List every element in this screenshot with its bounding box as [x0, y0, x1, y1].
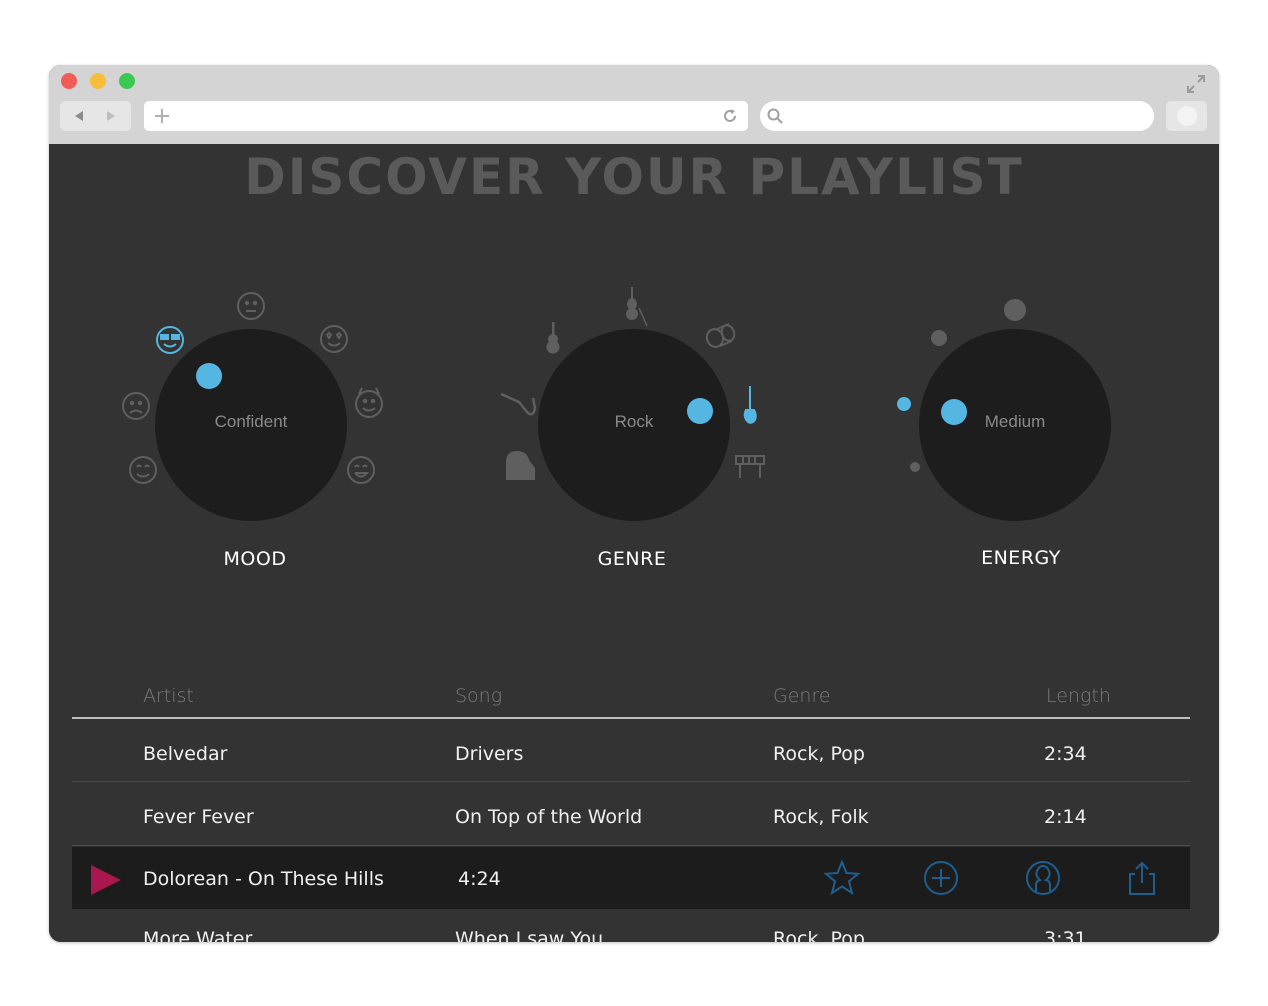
- extension-button[interactable]: [1166, 101, 1207, 131]
- column-header-song[interactable]: Song: [455, 685, 502, 707]
- close-window-button[interactable]: [61, 73, 77, 89]
- column-header-artist[interactable]: Artist: [143, 685, 194, 707]
- column-header-genre[interactable]: Genre: [773, 685, 831, 707]
- row-song: When I saw You: [455, 928, 604, 942]
- genre-value: Rock: [614, 412, 654, 431]
- row-genre: Rock, Folk: [773, 806, 869, 828]
- row-length: 2:14: [1044, 806, 1087, 828]
- energy-value: Medium: [984, 412, 1046, 431]
- row-artist: More Water: [143, 928, 253, 942]
- row-artist: Belvedar: [143, 743, 228, 765]
- browser-search-bar[interactable]: [760, 101, 1154, 131]
- playlist-page: DISCOVER YOUR PLAYLIST Confident Rock Me…: [49, 144, 1219, 942]
- maximize-window-button[interactable]: [119, 73, 135, 89]
- smiling-face-icon[interactable]: [129, 456, 157, 484]
- now-playing-row[interactable]: Dolorean - On These Hills 4:24: [72, 847, 1190, 909]
- mood-dial[interactable]: [122, 292, 383, 521]
- row-length: 3:31: [1044, 928, 1087, 942]
- saxophone-icon[interactable]: [500, 392, 537, 416]
- profile-icon[interactable]: [1024, 859, 1062, 897]
- keyboard-icon[interactable]: [735, 455, 765, 478]
- star-icon[interactable]: [823, 859, 861, 897]
- devil-face-icon[interactable]: [355, 387, 383, 418]
- electric-guitar-icon[interactable]: [743, 386, 757, 424]
- energy-label: ENERGY: [981, 547, 1061, 569]
- table-header-divider: [72, 717, 1190, 719]
- row-artist: Fever Fever: [143, 806, 254, 828]
- sad-face-icon[interactable]: [122, 392, 150, 420]
- energy-level-medium-high-icon[interactable]: [931, 330, 947, 346]
- neutral-face-icon[interactable]: [237, 292, 265, 320]
- row-length: 2:34: [1044, 743, 1087, 765]
- in-love-face-icon[interactable]: [320, 325, 348, 353]
- navigation-buttons: [60, 101, 131, 131]
- row-song: Drivers: [455, 743, 524, 765]
- energy-level-medium-icon[interactable]: [897, 397, 911, 411]
- address-bar[interactable]: [144, 101, 748, 131]
- row-divider: [72, 781, 1190, 782]
- cool-face-icon[interactable]: [156, 326, 184, 354]
- genre-dial[interactable]: [500, 287, 765, 521]
- acoustic-guitar-icon[interactable]: [546, 322, 560, 354]
- grinning-face-icon[interactable]: [347, 456, 375, 484]
- now-playing-title: Dolorean - On These Hills: [143, 868, 384, 890]
- browser-window: DISCOVER YOUR PLAYLIST Confident Rock Me…: [49, 65, 1219, 942]
- play-icon[interactable]: [89, 863, 123, 897]
- add-icon[interactable]: [922, 859, 960, 897]
- mood-dial-indicator[interactable]: [196, 363, 222, 389]
- row-divider: [72, 845, 1190, 846]
- drum-icon[interactable]: [704, 323, 736, 349]
- fullscreen-icon[interactable]: [1185, 73, 1207, 95]
- now-playing-length: 4:24: [458, 868, 501, 890]
- share-icon[interactable]: [1123, 859, 1161, 897]
- extension-circle-icon: [1177, 106, 1197, 126]
- forward-arrow-icon[interactable]: [104, 109, 118, 123]
- energy-dial[interactable]: [897, 299, 1111, 521]
- mood-label: MOOD: [223, 548, 287, 570]
- row-genre: Rock, Pop: [773, 928, 865, 942]
- genre-label: GENRE: [597, 548, 667, 570]
- mood-value: Confident: [214, 412, 288, 431]
- energy-level-high-icon[interactable]: [1004, 299, 1026, 321]
- violin-icon[interactable]: [626, 287, 648, 327]
- new-tab-plus-icon[interactable]: [154, 108, 170, 124]
- back-arrow-icon[interactable]: [72, 109, 86, 123]
- row-song: On Top of the World: [455, 806, 643, 828]
- minimize-window-button[interactable]: [90, 73, 106, 89]
- energy-level-low-icon[interactable]: [910, 462, 920, 472]
- column-header-length[interactable]: Length: [1046, 685, 1111, 707]
- browser-chrome: [49, 65, 1219, 144]
- row-genre: Rock, Pop: [773, 743, 865, 765]
- search-icon: [767, 108, 783, 124]
- reload-icon[interactable]: [722, 108, 738, 124]
- piano-icon[interactable]: [506, 451, 535, 480]
